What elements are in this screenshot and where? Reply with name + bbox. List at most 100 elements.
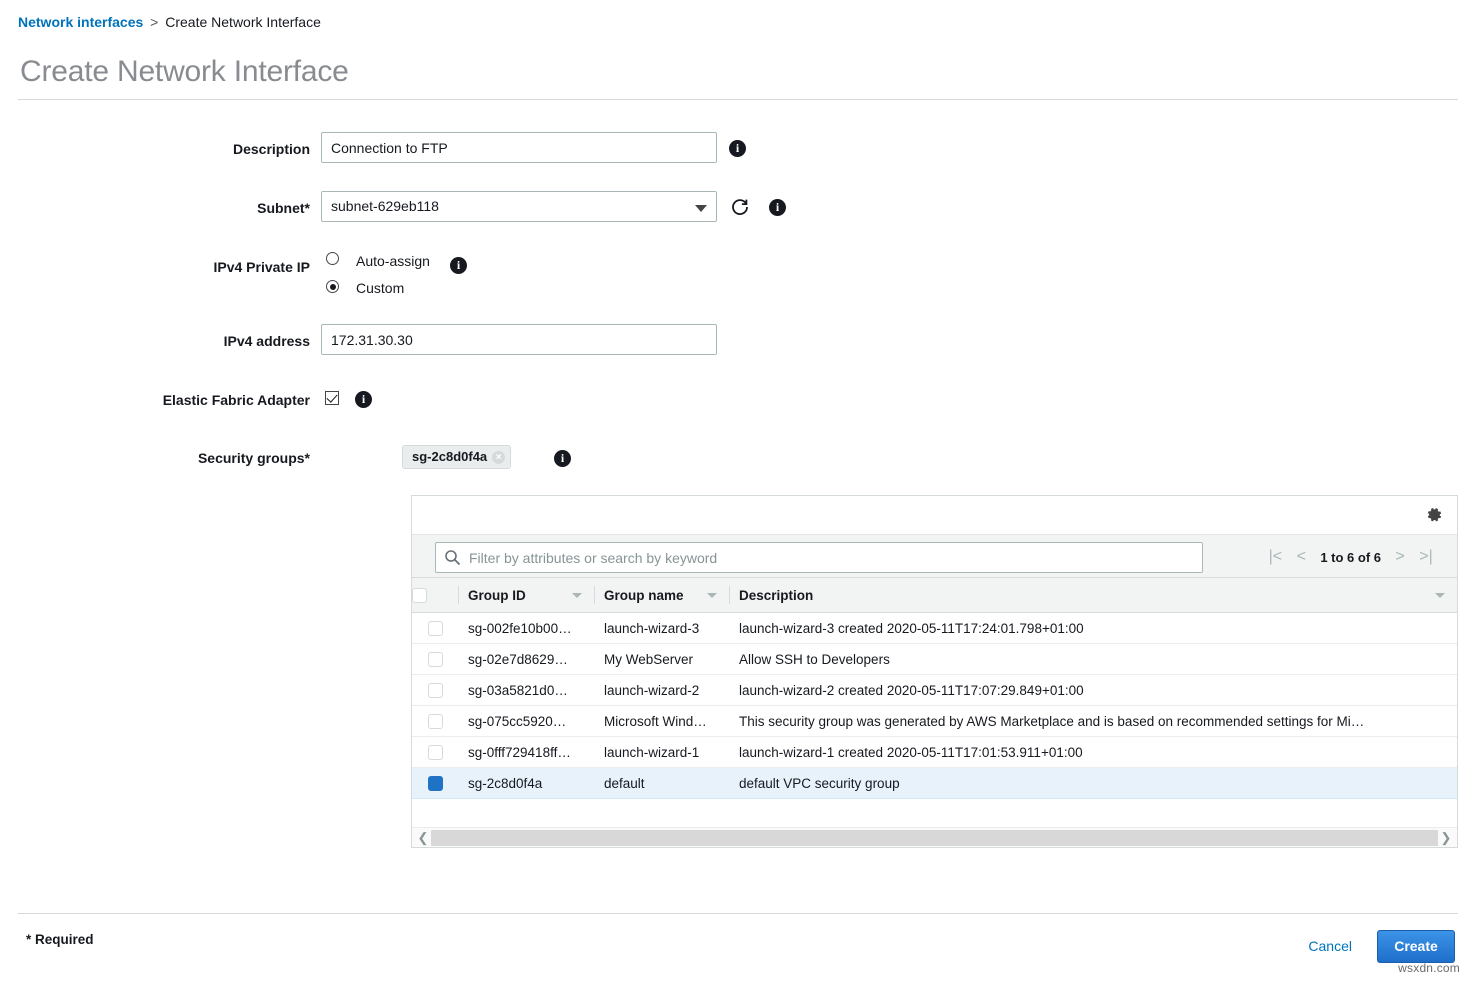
cell-description: launch-wizard-1 created 2020-05-11T17:01… (729, 737, 1457, 768)
row-checkbox[interactable] (428, 621, 443, 636)
security-group-token-label: sg-2c8d0f4a (412, 449, 487, 464)
chevron-down-icon[interactable] (572, 593, 582, 598)
refresh-icon[interactable] (730, 197, 750, 217)
cell-group-name: launch-wizard-3 (594, 613, 729, 644)
breadcrumb: Network interfaces > Create Network Inte… (18, 14, 321, 30)
cell-group-id: sg-2c8d0f4a (458, 768, 594, 799)
subnet-info-icon[interactable] (769, 199, 786, 216)
security-groups-label: Security groups* (120, 450, 310, 466)
breadcrumb-link-network-interfaces[interactable]: Network interfaces (18, 14, 143, 30)
chevron-left-icon[interactable]: ❮ (414, 830, 432, 846)
radio-custom-label[interactable]: Custom (356, 280, 404, 296)
pagination-prev-button[interactable]: < (1288, 547, 1314, 567)
required-note: * Required (26, 932, 94, 947)
cell-group-id: sg-075cc5920… (458, 706, 594, 737)
table-row[interactable]: sg-03a5821d0… launch-wizard-2 launch-wiz… (412, 675, 1457, 706)
ipv4-private-ip-info-icon[interactable] (450, 257, 467, 274)
subnet-select[interactable]: subnet-629eb118 (321, 191, 717, 222)
row-checkbox-cell[interactable] (412, 644, 458, 675)
header-group-name[interactable]: Group name (594, 578, 729, 613)
column-divider (594, 586, 595, 604)
breadcrumb-separator: > (150, 14, 158, 30)
cell-group-id: sg-002fe10b00… (458, 613, 594, 644)
row-checkbox[interactable] (428, 745, 443, 760)
ipv4-address-label: IPv4 address (120, 333, 310, 349)
security-groups-info-icon[interactable] (554, 450, 571, 467)
row-checkbox[interactable] (428, 652, 443, 667)
description-info-icon[interactable] (729, 140, 746, 157)
row-checkbox-cell[interactable] (412, 768, 458, 799)
chevron-right-icon[interactable]: ❯ (1437, 830, 1455, 846)
cell-group-name: Microsoft Wind… (594, 706, 729, 737)
table-row[interactable]: sg-002fe10b00… launch-wizard-3 launch-wi… (412, 613, 1457, 644)
header-select-all[interactable] (412, 578, 458, 613)
row-checkbox[interactable] (428, 776, 443, 791)
cell-description: launch-wizard-3 created 2020-05-11T17:24… (729, 613, 1457, 644)
cell-group-id: sg-02e7d8629… (458, 644, 594, 675)
description-input[interactable] (321, 132, 717, 163)
chevron-down-icon (695, 205, 707, 212)
cell-description: This security group was generated by AWS… (729, 706, 1457, 737)
title-divider (18, 99, 1458, 100)
cancel-button[interactable]: Cancel (1308, 938, 1352, 954)
cell-group-name: launch-wizard-2 (594, 675, 729, 706)
table-header-row: Group ID Group name Description (412, 578, 1457, 613)
close-icon[interactable] (492, 451, 505, 464)
select-all-checkbox[interactable] (412, 588, 427, 603)
row-checkbox[interactable] (428, 683, 443, 698)
chevron-down-icon[interactable] (1435, 593, 1445, 598)
row-checkbox-cell[interactable] (412, 706, 458, 737)
table-row[interactable]: sg-02e7d8629… My WebServer Allow SSH to … (412, 644, 1457, 675)
ipv4-address-input[interactable] (321, 324, 717, 355)
cell-description: launch-wizard-2 created 2020-05-11T17:07… (729, 675, 1457, 706)
row-checkbox-cell[interactable] (412, 613, 458, 644)
search-box[interactable] (435, 542, 1203, 573)
table-row-selected[interactable]: sg-2c8d0f4a default default VPC security… (412, 768, 1457, 799)
pagination-label: 1 to 6 of 6 (1314, 550, 1387, 565)
horizontal-scrollbar[interactable]: ❮ ❯ (412, 827, 1457, 847)
security-group-token[interactable]: sg-2c8d0f4a (402, 445, 511, 469)
pagination-first-button[interactable]: |< (1262, 547, 1288, 567)
cell-group-id: sg-0fff729418ff… (458, 737, 594, 768)
table-body: sg-002fe10b00… launch-wizard-3 launch-wi… (412, 613, 1457, 799)
search-input[interactable] (467, 543, 1197, 572)
radio-custom[interactable] (326, 280, 339, 293)
cell-group-name: default (594, 768, 729, 799)
scrollbar-thumb[interactable] (431, 830, 1438, 846)
header-group-id[interactable]: Group ID (458, 578, 594, 613)
elastic-fabric-adapter-checkbox[interactable] (325, 391, 339, 405)
subnet-label: Subnet* (120, 200, 310, 216)
ipv4-private-ip-label: IPv4 Private IP (120, 259, 310, 275)
cell-description: Allow SSH to Developers (729, 644, 1457, 675)
subnet-select-value: subnet-629eb118 (331, 198, 439, 214)
gear-icon[interactable] (1425, 506, 1443, 524)
table-row[interactable]: sg-075cc5920… Microsoft Wind… This secur… (412, 706, 1457, 737)
table-row[interactable]: sg-0fff729418ff… launch-wizard-1 launch-… (412, 737, 1457, 768)
breadcrumb-current: Create Network Interface (165, 14, 321, 30)
description-label: Description (120, 141, 310, 157)
elastic-fabric-adapter-info-icon[interactable] (355, 391, 372, 408)
header-description[interactable]: Description (729, 578, 1457, 613)
radio-auto-assign[interactable] (326, 252, 339, 265)
page-title: Create Network Interface (20, 55, 349, 89)
cell-group-name: launch-wizard-1 (594, 737, 729, 768)
row-checkbox[interactable] (428, 714, 443, 729)
create-button[interactable]: Create (1377, 930, 1455, 963)
panel-toolbar (412, 496, 1457, 534)
watermark: wsxdn.com (1398, 961, 1460, 975)
chevron-down-icon[interactable] (707, 593, 717, 598)
pagination-last-button[interactable]: >| (1413, 547, 1439, 567)
radio-auto-assign-label[interactable]: Auto-assign (356, 253, 430, 269)
pagination: |< < 1 to 6 of 6 > >| (1262, 547, 1439, 567)
pagination-next-button[interactable]: > (1387, 547, 1413, 567)
footer-divider (18, 913, 1458, 914)
elastic-fabric-adapter-label: Elastic Fabric Adapter (120, 392, 310, 408)
filter-bar: |< < 1 to 6 of 6 > >| (412, 534, 1457, 578)
cell-description: default VPC security group (729, 768, 1457, 799)
column-divider (729, 586, 730, 604)
security-groups-table: Group ID Group name Description sg-002f (412, 578, 1457, 799)
row-checkbox-cell[interactable] (412, 737, 458, 768)
security-groups-panel: |< < 1 to 6 of 6 > >| Group ID Group nam… (411, 495, 1458, 848)
search-icon (444, 549, 461, 566)
row-checkbox-cell[interactable] (412, 675, 458, 706)
